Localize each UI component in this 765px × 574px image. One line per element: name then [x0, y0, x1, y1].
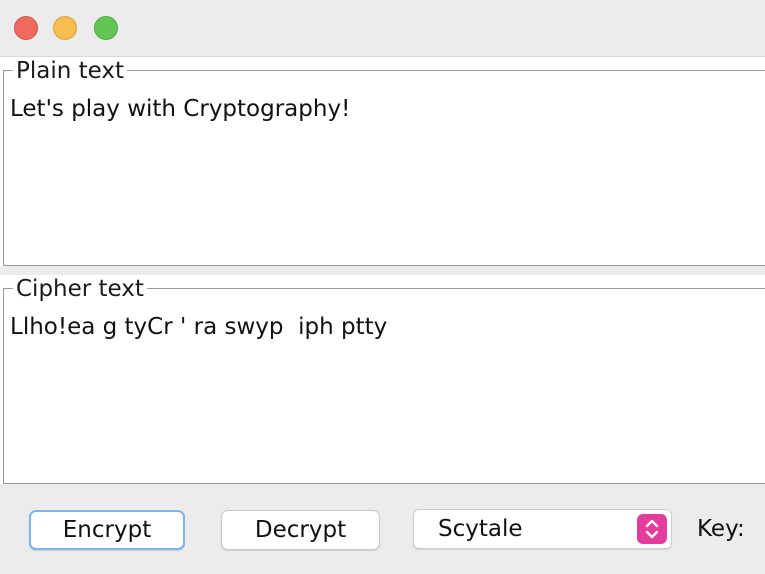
maximize-window-button[interactable]: [94, 16, 118, 40]
plain-text-panel: Plain text Let's play with Cryptography!: [0, 57, 765, 266]
app-window: Plain text Let's play with Cryptography!…: [0, 0, 765, 574]
cipher-text-panel: Cipher text Llho!ea g tyCr ' ra swyp iph…: [0, 275, 765, 484]
encrypt-button[interactable]: Encrypt: [29, 510, 185, 550]
plain-text-area[interactable]: Let's play with Cryptography!: [10, 95, 350, 123]
decrypt-button[interactable]: Decrypt: [221, 510, 380, 550]
plain-text-title: Plain text: [13, 57, 128, 85]
cipher-text-area[interactable]: Llho!ea g tyCr ' ra swyp iph ptty: [10, 313, 387, 341]
cipher-select[interactable]: Scytale: [413, 509, 672, 549]
minimize-window-button[interactable]: [53, 16, 77, 40]
close-window-button[interactable]: [14, 16, 38, 40]
title-bar: [0, 0, 765, 57]
cipher-select-value: Scytale: [438, 516, 523, 542]
action-toolbar: Encrypt Decrypt Scytale Key:: [0, 492, 765, 574]
cipher-text-title: Cipher text: [13, 275, 147, 303]
chevron-updown-icon: [637, 514, 667, 544]
key-label: Key:: [697, 516, 745, 542]
